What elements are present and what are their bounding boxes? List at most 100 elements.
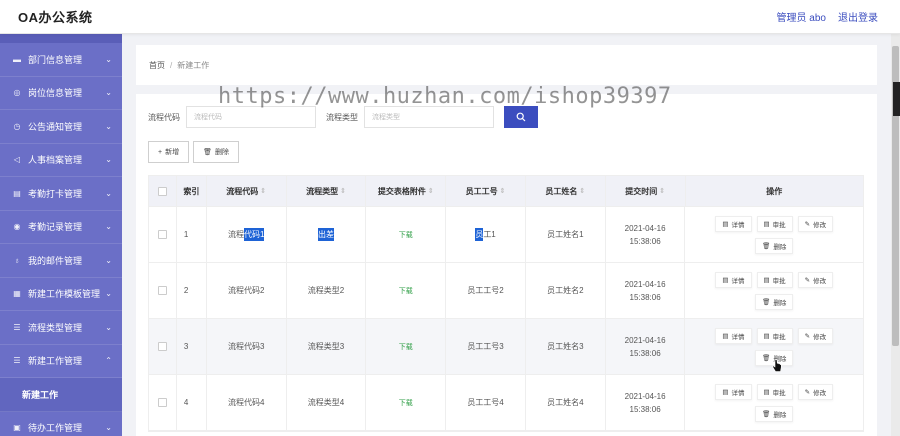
delete-label: 删除 xyxy=(773,243,787,251)
side-handle[interactable] xyxy=(893,82,900,116)
select-all-checkbox[interactable] xyxy=(157,186,167,196)
review-button[interactable]: ▤ 审批 xyxy=(756,383,793,400)
detail-button[interactable]: ▤ 详情 xyxy=(715,271,752,288)
card-icon: ▤ xyxy=(13,188,21,198)
review-label: 审批 xyxy=(772,333,786,341)
detail-label: 详情 xyxy=(731,221,745,229)
hand-cursor-icon xyxy=(772,359,782,372)
row-checkbox[interactable] xyxy=(157,342,167,351)
action-bar: + 新增 🗑︎ 删除 xyxy=(148,141,239,163)
review-button[interactable]: ▤ 审批 xyxy=(756,327,793,344)
sidebar-item-notice[interactable]: ◷ 公告通知管理 ⌄ xyxy=(0,110,122,144)
chevron-down-icon: ⌄ xyxy=(105,255,112,265)
add-button[interactable]: + 新增 xyxy=(148,141,190,163)
delete-label: 删除 xyxy=(773,299,787,307)
ops-group: ▤ 详情 ▤ 审批 ✎ 修改 🗑︎ 删除 xyxy=(715,383,834,422)
sidebar-item-todo[interactable]: ▣ 待办工作管理 ⌄ xyxy=(0,412,122,436)
breadcrumb-separator: / xyxy=(170,60,173,70)
row-checkbox[interactable] xyxy=(157,286,167,295)
chevron-down-icon: ⌄ xyxy=(105,88,112,98)
sidebar-item-hr[interactable]: ◁ 人事档案管理 ⌄ xyxy=(0,144,122,177)
download-link[interactable]: 下载 xyxy=(399,342,413,352)
batch-delete-button[interactable]: 🗑︎ 删除 xyxy=(193,141,239,163)
header-ops: 操作 xyxy=(686,176,864,206)
code-label: 流程代码 xyxy=(148,112,180,122)
download-link[interactable]: 下载 xyxy=(399,230,413,240)
time-cell: 2021-04-16 15:38:06 xyxy=(606,263,686,318)
detail-button[interactable]: ▤ 详情 xyxy=(715,383,752,400)
header-emp-name[interactable]: 员工姓名 ⇕ xyxy=(526,176,606,206)
pin-icon: ♁ xyxy=(14,255,20,265)
sort-icon[interactable]: ⇕ xyxy=(500,187,506,195)
header-code[interactable]: 流程代码 ⇕ xyxy=(207,176,287,206)
sidebar-item-template[interactable]: ▦ 新建工作模板管理 ⌄ xyxy=(0,278,122,311)
header-index: 索引 xyxy=(177,176,207,206)
header-time[interactable]: 提交时间 ⇕ xyxy=(606,176,686,206)
row-select-cell xyxy=(149,207,177,262)
breadcrumb-home[interactable]: 首页 xyxy=(149,60,165,71)
search-button[interactable] xyxy=(504,106,538,128)
sidebar-item-dept[interactable]: ▬ 部门信息管理 ⌄ xyxy=(0,43,122,77)
edit-button[interactable]: ✎ 修改 xyxy=(797,383,834,400)
header-emp-no[interactable]: 员工工号 ⇕ xyxy=(446,176,526,206)
delete-button[interactable]: 🗑︎ 删除 xyxy=(755,237,794,254)
chevron-down-icon: ⌄ xyxy=(105,54,112,64)
download-link[interactable]: 下载 xyxy=(399,286,413,296)
current-user-link[interactable]: 管理员 abo xyxy=(777,9,826,24)
header-type[interactable]: 流程类型 ⇕ xyxy=(287,176,367,206)
edit-button[interactable]: ✎ 修改 xyxy=(797,215,834,232)
chevron-down-icon: ⌄ xyxy=(105,222,112,232)
detail-label: 详情 xyxy=(731,277,745,285)
review-button[interactable]: ▤ 审批 xyxy=(756,271,793,288)
sidebar-item-clockin[interactable]: ▤ 考勤打卡管理 ⌄ xyxy=(0,177,122,211)
header-attachment[interactable]: 提交表格附件 ⇕ xyxy=(366,176,447,206)
sort-icon[interactable]: ⇕ xyxy=(579,187,585,195)
sidebar: ▬ 部门信息管理 ⌄ ◎ 岗位信息管理 ⌄ ◷ 公告通知管理 ⌄ ◁ 人事档案管… xyxy=(0,34,122,436)
row-checkbox[interactable] xyxy=(157,230,167,239)
sort-icon[interactable]: ⇕ xyxy=(260,187,266,195)
sidebar-item-attendance[interactable]: ◉ 考勤记录管理 ⌄ xyxy=(0,211,122,244)
sidebar-item-mail[interactable]: ♁ 我的邮件管理 ⌄ xyxy=(0,244,122,278)
doc-icon: ▤ xyxy=(722,388,729,396)
sort-icon[interactable]: ⇕ xyxy=(428,187,434,195)
detail-button[interactable]: ▤ 详情 xyxy=(715,215,752,232)
download-link[interactable]: 下载 xyxy=(399,398,413,408)
index-cell: 2 xyxy=(177,263,207,318)
app-title: OA办公系统 xyxy=(18,10,93,25)
code-cell: 流程代码3 xyxy=(207,319,287,374)
index-cell: 1 xyxy=(177,207,207,262)
logout-link[interactable]: 退出登录 xyxy=(838,9,878,24)
sidebar-item-label: 考勤记录管理 xyxy=(28,222,83,233)
emp-no-cell: 员工1 xyxy=(446,207,526,262)
header-ops-label: 操作 xyxy=(766,186,783,196)
row-checkbox[interactable] xyxy=(157,398,167,407)
trash-icon: 🗑︎ xyxy=(762,354,771,362)
edit-label: 修改 xyxy=(813,333,827,341)
sort-icon[interactable]: ⇕ xyxy=(659,187,665,195)
delete-label: 删除 xyxy=(773,411,787,419)
sidebar-item-position[interactable]: ◎ 岗位信息管理 ⌄ xyxy=(0,77,122,110)
sidebar-item-flow-type[interactable]: ☰ 流程类型管理 ⌄ xyxy=(0,311,122,345)
sidebar-item-new-work[interactable]: ☰ 新建工作管理 ⌃ xyxy=(0,345,122,378)
sidebar-item-label: 我的邮件管理 xyxy=(28,255,83,266)
ops-cell: ▤ 详情 ▤ 审批 ✎ 修改 🗑︎ 删除 xyxy=(685,207,862,262)
delete-button[interactable]: 🗑︎ 删除 xyxy=(755,293,794,310)
doc-icon: ▤ xyxy=(763,220,770,228)
detail-button[interactable]: ▤ 详情 xyxy=(715,327,752,344)
emp-no-cell: 员工工号4 xyxy=(446,375,526,430)
review-button[interactable]: ▤ 审批 xyxy=(756,215,793,232)
sidebar-subitem-new-work[interactable]: 新建工作 xyxy=(0,378,122,412)
send-icon: ◁ xyxy=(13,155,21,165)
top-bar: OA办公系统 管理员 abo 退出登录 xyxy=(0,0,900,34)
edit-button[interactable]: ✎ 修改 xyxy=(797,271,834,288)
record-icon: ◉ xyxy=(13,222,21,232)
edit-button[interactable]: ✎ 修改 xyxy=(797,327,834,344)
breadcrumb: 首页 / 新建工作 xyxy=(136,45,877,85)
sort-icon[interactable]: ⇕ xyxy=(340,187,346,195)
delete-button[interactable]: 🗑︎ 删除 xyxy=(755,405,794,422)
trash-icon: 🗑︎ xyxy=(762,298,771,306)
time-cell: 2021-04-16 15:38:06 xyxy=(606,375,686,430)
code-input[interactable]: 流程代码 xyxy=(186,106,316,128)
type-input[interactable]: 流程类型 xyxy=(364,106,494,128)
emp-name-cell: 员工姓名1 xyxy=(526,207,606,262)
